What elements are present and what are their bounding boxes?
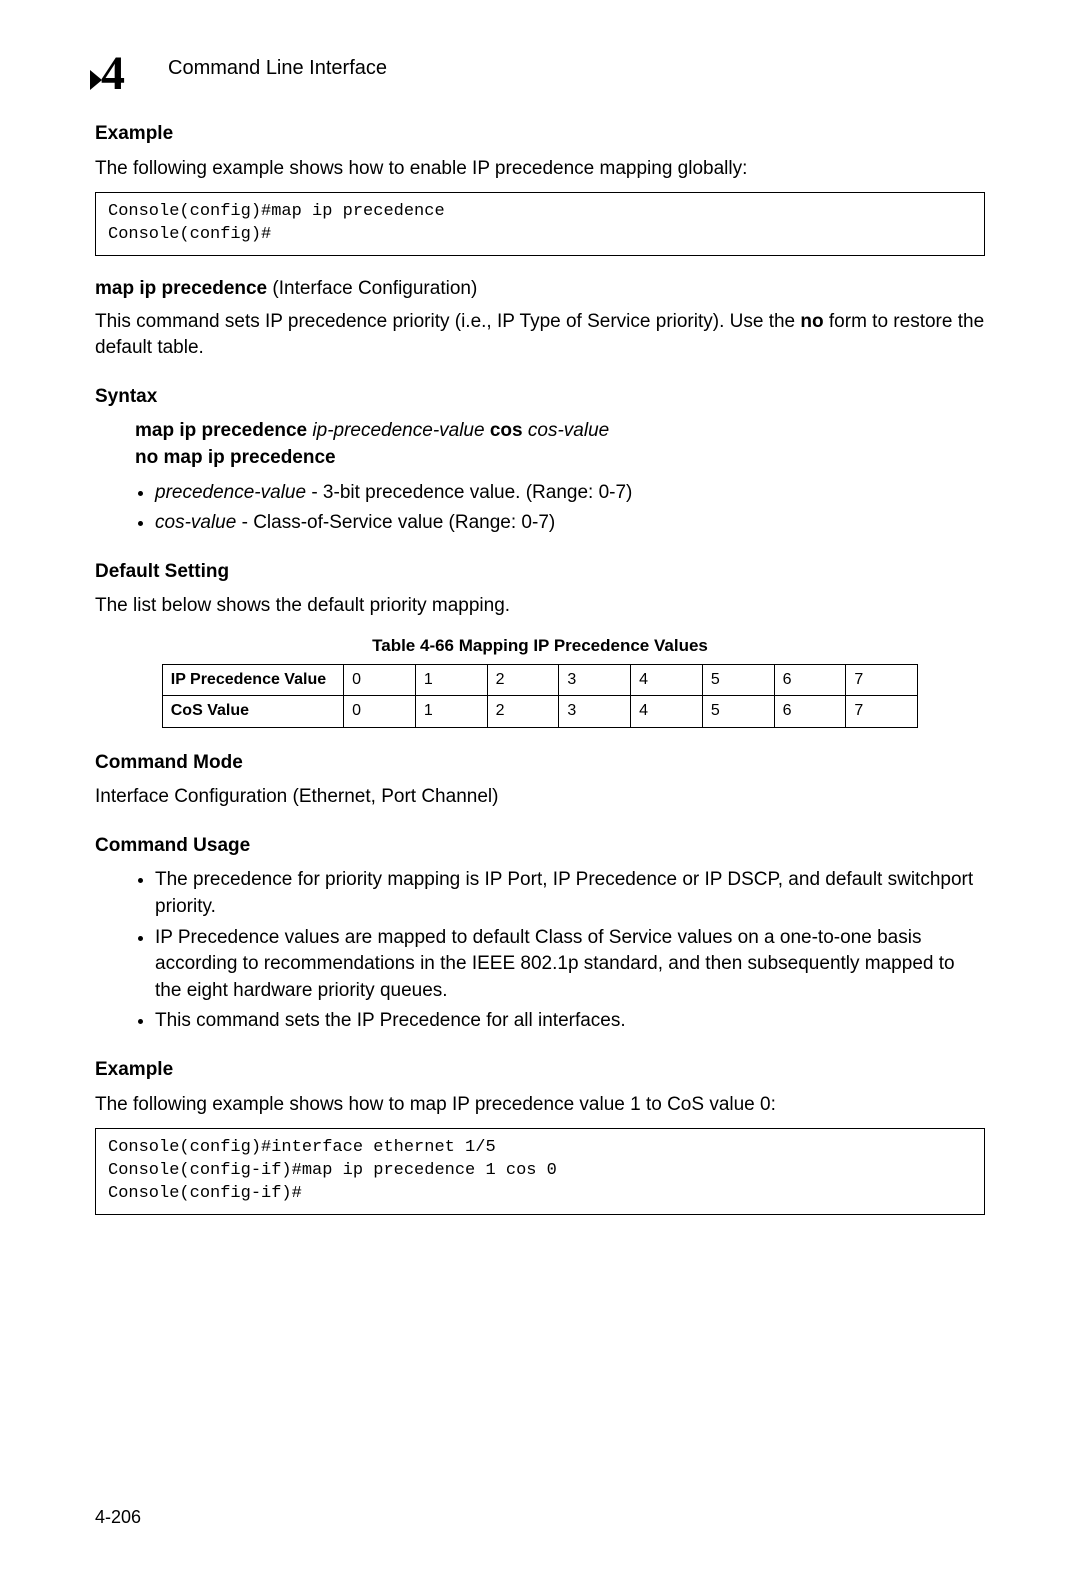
cell: 0	[344, 696, 416, 727]
command-usage-list: The precedence for priority mapping is I…	[155, 867, 985, 1035]
syntax-arg1: ip-precedence-value	[312, 420, 484, 441]
command-context: (Interface Configuration)	[267, 278, 477, 299]
syntax-line2: no map ip precedence	[135, 445, 985, 472]
table-row: IP Precedence Value 0 1 2 3 4 5 6 7	[162, 664, 918, 695]
arg-desc: - 3-bit precedence value. (Range: 0-7)	[306, 482, 632, 503]
syntax-arg2: cos-value	[528, 420, 609, 441]
syntax-bullet-list: precedence-value - 3-bit precedence valu…	[155, 480, 985, 537]
cell: 2	[487, 664, 559, 695]
cell: 3	[559, 696, 631, 727]
command-description: This command sets IP precedence priority…	[95, 309, 985, 362]
cell: 4	[631, 696, 703, 727]
cell: 7	[846, 664, 918, 695]
cmd-desc-no: no	[800, 311, 823, 332]
cell: 4	[631, 664, 703, 695]
section-heading-syntax: Syntax	[95, 384, 985, 411]
list-item: The precedence for priority mapping is I…	[155, 867, 985, 920]
syntax-cmd2: cos	[485, 420, 528, 441]
section-heading-example1: Example	[95, 121, 985, 148]
example2-code: Console(config)#interface ethernet 1/5 C…	[95, 1128, 985, 1215]
arg-name: precedence-value	[155, 482, 306, 503]
example1-intro: The following example shows how to enabl…	[95, 156, 985, 183]
chapter-header: 4 Command Line Interface	[95, 40, 985, 95]
syntax-line1: map ip precedence ip-precedence-value co…	[135, 418, 985, 445]
list-item: precedence-value - 3-bit precedence valu…	[155, 480, 985, 507]
command-mode-text: Interface Configuration (Ethernet, Port …	[95, 784, 985, 811]
chapter-title: Command Line Interface	[168, 54, 387, 82]
cell: 2	[487, 696, 559, 727]
section-heading-example2: Example	[95, 1057, 985, 1084]
list-item: This command sets the IP Precedence for …	[155, 1008, 985, 1035]
cell: 6	[774, 696, 846, 727]
arg-desc: - Class-of-Service value (Range: 0-7)	[236, 512, 555, 533]
chapter-number: 4	[101, 40, 125, 107]
row-label: IP Precedence Value	[162, 664, 343, 695]
command-name: map ip precedence	[95, 278, 267, 299]
section-heading-cmdusage: Command Usage	[95, 833, 985, 860]
row-label: CoS Value	[162, 696, 343, 727]
example1-code: Console(config)#map ip precedence Consol…	[95, 192, 985, 256]
cell: 6	[774, 664, 846, 695]
page-number: 4-206	[95, 1505, 141, 1530]
cell: 1	[415, 696, 487, 727]
cell: 7	[846, 696, 918, 727]
precedence-mapping-table: IP Precedence Value 0 1 2 3 4 5 6 7 CoS …	[162, 664, 919, 728]
cmd-desc-text: This command sets IP precedence priority…	[95, 311, 800, 332]
list-item: cos-value - Class-of-Service value (Rang…	[155, 510, 985, 537]
default-setting-text: The list below shows the default priorit…	[95, 593, 985, 620]
section-heading-default: Default Setting	[95, 559, 985, 586]
cell: 0	[344, 664, 416, 695]
syntax-cmd1: map ip precedence	[135, 420, 312, 441]
syntax-no-form: no map ip precedence	[135, 447, 336, 468]
cell: 5	[702, 664, 774, 695]
example2-intro: The following example shows how to map I…	[95, 1092, 985, 1119]
chapter-number-icon: 4	[95, 40, 150, 95]
cell: 5	[702, 696, 774, 727]
list-item: IP Precedence values are mapped to defau…	[155, 925, 985, 1005]
cell: 1	[415, 664, 487, 695]
table-caption: Table 4-66 Mapping IP Precedence Values	[95, 634, 985, 658]
table-row: CoS Value 0 1 2 3 4 5 6 7	[162, 696, 918, 727]
cell: 3	[559, 664, 631, 695]
section-heading-cmdmode: Command Mode	[95, 750, 985, 777]
arg-name: cos-value	[155, 512, 236, 533]
command-heading: map ip precedence (Interface Configurati…	[95, 276, 985, 303]
